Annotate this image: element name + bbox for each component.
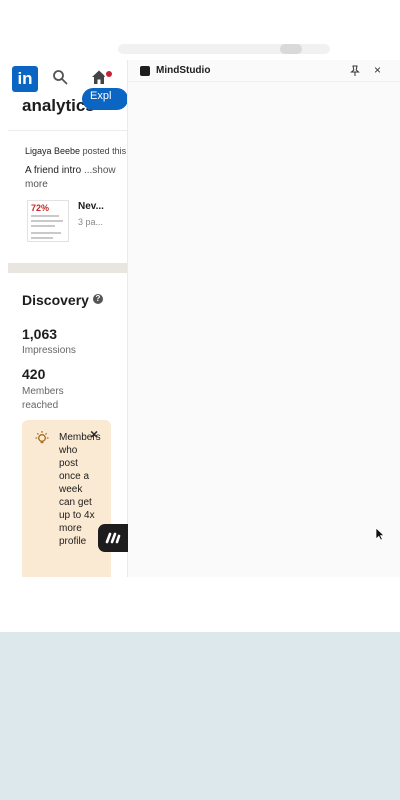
- members-reached-label: Members reached: [22, 386, 64, 411]
- close-icon[interactable]: ×: [374, 63, 381, 77]
- explore-button[interactable]: Expl: [82, 88, 127, 110]
- linkedin-logo[interactable]: in: [12, 66, 38, 92]
- mindstudio-header: MindStudio ×: [128, 60, 400, 82]
- document-title[interactable]: Nev...: [78, 201, 104, 212]
- thumbnail-text-line: [31, 220, 63, 222]
- poster-name[interactable]: Ligaya Beebe: [25, 146, 80, 156]
- post-text: A friend intro: [25, 165, 82, 176]
- tip-text: Members who post once a week can get up …: [59, 432, 101, 547]
- mindstudio-logo-icon: [140, 66, 150, 76]
- bottom-band: [0, 632, 400, 800]
- thumbnail-text-line: [31, 215, 59, 217]
- mouse-cursor-icon: [375, 527, 385, 546]
- document-thumbnail[interactable]: 72%: [27, 200, 69, 242]
- document-thumbnail-stat: 72%: [31, 203, 50, 213]
- help-icon[interactable]: ?: [93, 294, 103, 304]
- members-reached-value[interactable]: 420: [22, 366, 45, 382]
- thumbnail-text-line: [31, 237, 53, 239]
- discovery-heading: Discovery: [22, 292, 89, 308]
- top-band: [0, 0, 400, 60]
- linkedin-panel: in analytics Expl Ligaya Beebe posted th…: [8, 60, 128, 577]
- tip-card: × Members who post once a week can get u…: [22, 420, 111, 577]
- page-spacer: [0, 577, 400, 632]
- mindstudio-panel: MindStudio ×: [128, 60, 400, 577]
- mindstudio-launcher-button[interactable]: [98, 524, 128, 552]
- mindstudio-icon: [105, 532, 121, 544]
- poster-action: posted this: [82, 146, 127, 156]
- lightbulb-icon: [34, 430, 50, 451]
- address-bar-indicator: [280, 44, 302, 54]
- post-attribution: Ligaya Beebe posted this: [25, 146, 126, 156]
- document-pages: 3 pa...: [78, 217, 104, 227]
- impressions-label: Impressions: [22, 345, 76, 356]
- screen: in analytics Expl Ligaya Beebe posted th…: [0, 0, 400, 800]
- search-icon[interactable]: [52, 69, 68, 90]
- post-snippet: A friend intro ...show more: [25, 164, 125, 192]
- mindstudio-title: MindStudio: [156, 65, 211, 76]
- divider: [8, 130, 127, 131]
- thumbnail-text-line: [31, 225, 55, 227]
- notification-badge: [104, 69, 114, 79]
- impressions-value[interactable]: 1,063: [22, 326, 57, 342]
- thumbnail-text-line: [31, 232, 61, 234]
- pin-icon[interactable]: [350, 65, 360, 80]
- section-separator: [8, 263, 127, 273]
